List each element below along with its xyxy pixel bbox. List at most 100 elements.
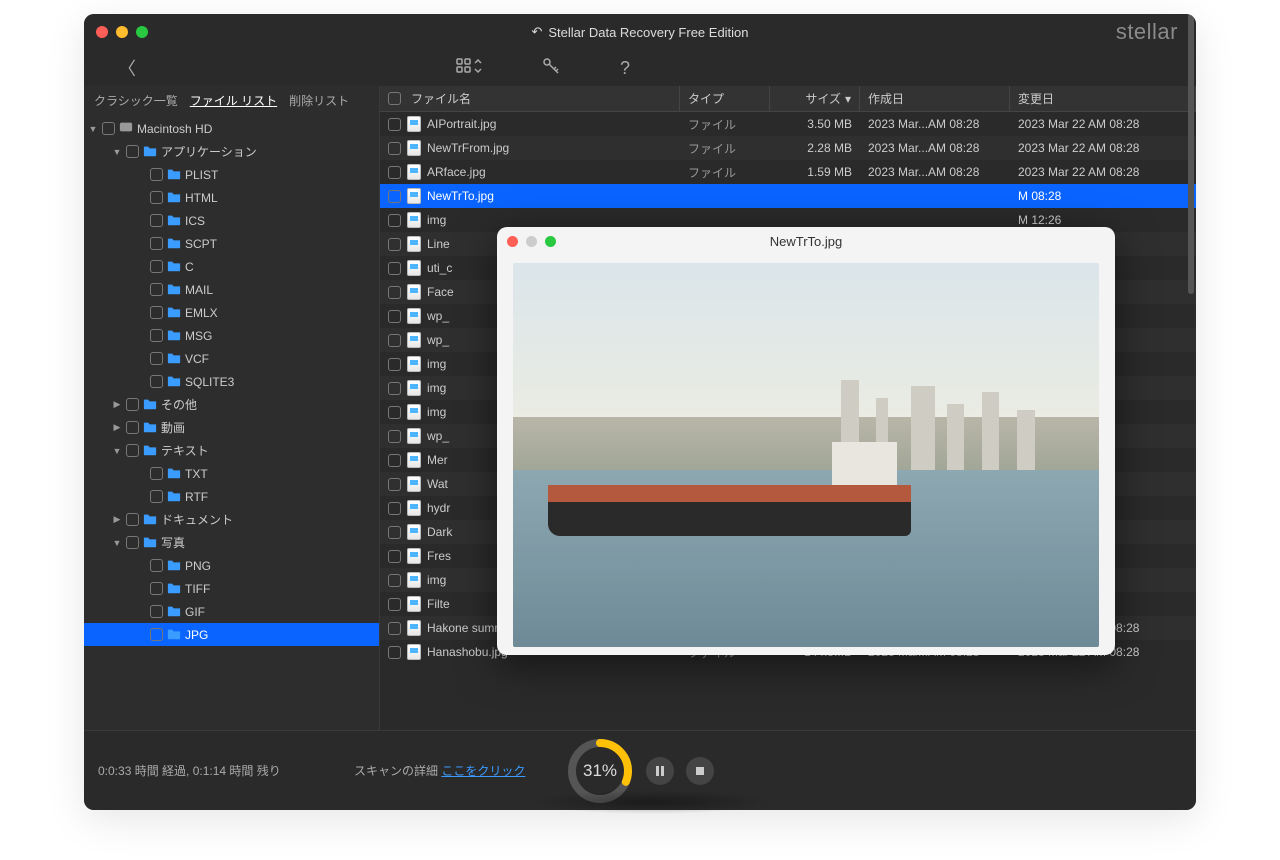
- checkbox[interactable]: [388, 166, 401, 179]
- checkbox[interactable]: [126, 536, 139, 549]
- expand-icon[interactable]: ▼: [88, 124, 98, 134]
- expand-icon[interactable]: ▶: [112, 399, 122, 410]
- tree-item[interactable]: ▼アプリケーション: [84, 140, 379, 163]
- back-icon[interactable]: 〈: [118, 55, 136, 81]
- tree-item[interactable]: ICS: [84, 209, 379, 232]
- stop-button[interactable]: [686, 757, 714, 785]
- help-icon[interactable]: ?: [620, 58, 630, 79]
- col-size[interactable]: サイズ▾: [770, 86, 860, 111]
- folder-tree[interactable]: ▼Macintosh HD▼アプリケーションPLISTHTMLICSSCPTCM…: [84, 115, 379, 730]
- checkbox[interactable]: [388, 286, 401, 299]
- checkbox[interactable]: [126, 444, 139, 457]
- tree-item[interactable]: MAIL: [84, 278, 379, 301]
- tree-item[interactable]: ▶その他: [84, 393, 379, 416]
- checkbox[interactable]: [126, 513, 139, 526]
- tree-item[interactable]: EMLX: [84, 301, 379, 324]
- tree-item[interactable]: TXT: [84, 462, 379, 485]
- checkbox[interactable]: [150, 191, 163, 204]
- tree-item[interactable]: VCF: [84, 347, 379, 370]
- tree-item[interactable]: HTML: [84, 186, 379, 209]
- close-icon[interactable]: [96, 26, 108, 38]
- table-row[interactable]: NewTrTo.jpgM 08:28: [380, 184, 1196, 208]
- checkbox[interactable]: [388, 382, 401, 395]
- expand-icon[interactable]: ▶: [112, 422, 122, 433]
- checkbox[interactable]: [150, 329, 163, 342]
- checkbox[interactable]: [388, 214, 401, 227]
- tree-item[interactable]: PNG: [84, 554, 379, 577]
- checkbox[interactable]: [150, 237, 163, 250]
- tree-item[interactable]: SQLITE3: [84, 370, 379, 393]
- tree-item[interactable]: ▼写真: [84, 531, 379, 554]
- checkbox[interactable]: [150, 306, 163, 319]
- tree-item[interactable]: ▶ドキュメント: [84, 508, 379, 531]
- checkbox[interactable]: [126, 421, 139, 434]
- tree-item[interactable]: RTF: [84, 485, 379, 508]
- table-row[interactable]: ARface.jpgファイル1.59 MB2023 Mar...AM 08:28…: [380, 160, 1196, 184]
- checkbox[interactable]: [126, 145, 139, 158]
- table-row[interactable]: NewTrFrom.jpgファイル2.28 MB2023 Mar...AM 08…: [380, 136, 1196, 160]
- checkbox[interactable]: [150, 283, 163, 296]
- checkbox[interactable]: [388, 598, 401, 611]
- checkbox[interactable]: [388, 310, 401, 323]
- checkbox[interactable]: [388, 334, 401, 347]
- checkbox[interactable]: [388, 430, 401, 443]
- checkbox[interactable]: [150, 628, 163, 641]
- checkbox[interactable]: [388, 358, 401, 371]
- tree-item[interactable]: PLIST: [84, 163, 379, 186]
- tree-item[interactable]: C: [84, 255, 379, 278]
- checkbox[interactable]: [388, 238, 401, 251]
- checkbox[interactable]: [388, 526, 401, 539]
- expand-icon[interactable]: ▶: [112, 514, 122, 525]
- pause-button[interactable]: [646, 757, 674, 785]
- checkbox[interactable]: [388, 622, 401, 635]
- tree-item[interactable]: ▼Macintosh HD: [84, 117, 379, 140]
- checkbox[interactable]: [388, 478, 401, 491]
- minimize-icon[interactable]: [116, 26, 128, 38]
- tree-item[interactable]: ▶動画: [84, 416, 379, 439]
- checkbox[interactable]: [388, 190, 401, 203]
- col-type[interactable]: タイプ: [680, 86, 770, 111]
- checkbox[interactable]: [150, 605, 163, 618]
- view-grid-icon[interactable]: [456, 58, 482, 79]
- expand-icon[interactable]: ▼: [112, 538, 122, 548]
- key-icon[interactable]: [542, 57, 560, 80]
- checkbox[interactable]: [150, 375, 163, 388]
- checkbox[interactable]: [388, 142, 401, 155]
- col-name[interactable]: ファイル名: [411, 90, 471, 107]
- maximize-icon[interactable]: [136, 26, 148, 38]
- tree-item[interactable]: JPG: [84, 623, 379, 646]
- preview-window[interactable]: NewTrTo.jpg: [497, 227, 1115, 655]
- tab-filelist[interactable]: ファイル リスト: [190, 92, 277, 109]
- filelist-scrollbar[interactable]: [1188, 112, 1194, 730]
- tree-item[interactable]: ▼テキスト: [84, 439, 379, 462]
- checkbox[interactable]: [150, 559, 163, 572]
- checkbox[interactable]: [388, 502, 401, 515]
- scan-detail-link[interactable]: ここをクリック: [441, 764, 525, 778]
- expand-icon[interactable]: ▼: [112, 446, 122, 456]
- checkbox[interactable]: [388, 574, 401, 587]
- tree-item[interactable]: MSG: [84, 324, 379, 347]
- tree-item[interactable]: GIF: [84, 600, 379, 623]
- checkbox[interactable]: [150, 467, 163, 480]
- maximize-icon[interactable]: [545, 236, 556, 247]
- checkbox[interactable]: [150, 214, 163, 227]
- col-created[interactable]: 作成日: [860, 86, 1010, 111]
- tab-deleted[interactable]: 削除リスト: [289, 92, 349, 109]
- tree-item[interactable]: SCPT: [84, 232, 379, 255]
- checkbox[interactable]: [150, 352, 163, 365]
- checkbox[interactable]: [388, 118, 401, 131]
- checkbox[interactable]: [150, 490, 163, 503]
- col-modified[interactable]: 変更日: [1010, 86, 1196, 111]
- close-icon[interactable]: [507, 236, 518, 247]
- checkbox[interactable]: [388, 646, 401, 659]
- checkbox[interactable]: [102, 122, 115, 135]
- select-all-checkbox[interactable]: [388, 92, 401, 105]
- undo-icon[interactable]: ↶: [531, 24, 542, 40]
- checkbox[interactable]: [388, 406, 401, 419]
- checkbox[interactable]: [126, 398, 139, 411]
- checkbox[interactable]: [150, 582, 163, 595]
- tree-item[interactable]: TIFF: [84, 577, 379, 600]
- checkbox[interactable]: [388, 454, 401, 467]
- table-row[interactable]: AIPortrait.jpgファイル3.50 MB2023 Mar...AM 0…: [380, 112, 1196, 136]
- minimize-icon[interactable]: [526, 236, 537, 247]
